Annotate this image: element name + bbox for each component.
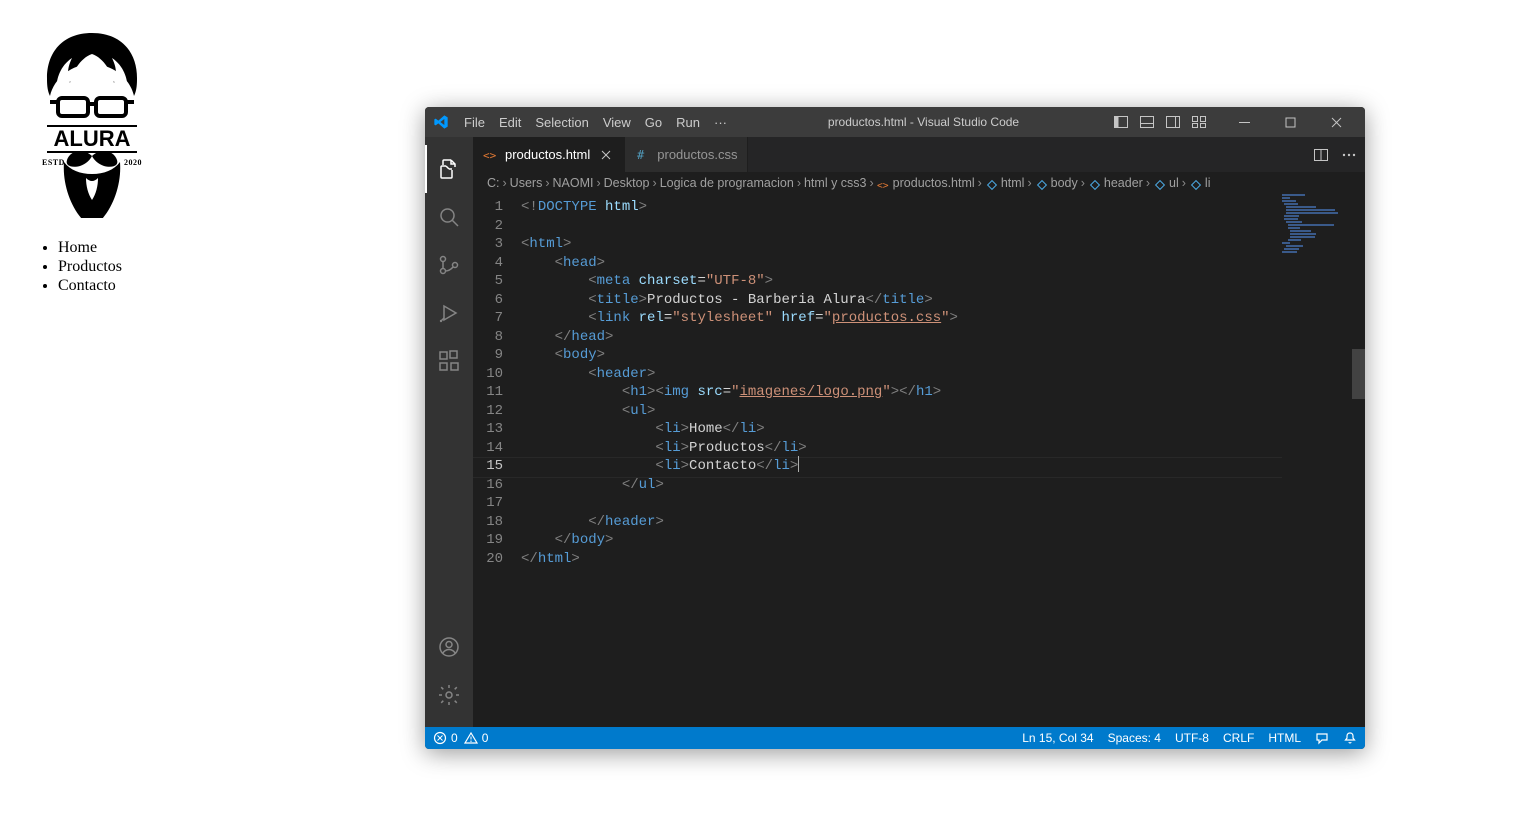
window-title: productos.html - Visual Studio Code (734, 115, 1113, 129)
status-spaces[interactable]: Spaces: 4 (1108, 731, 1161, 745)
svg-text:<>: <> (877, 181, 889, 192)
css-file-icon: # (635, 147, 651, 163)
tab-productos-html[interactable]: <> productos.html (473, 137, 625, 172)
svg-text:#: # (637, 148, 645, 162)
toggle-secondary-sidebar-icon[interactable] (1165, 114, 1181, 130)
maximize-button[interactable] (1267, 107, 1313, 137)
activity-bar (425, 137, 473, 727)
svg-text:<>: <> (483, 149, 497, 162)
menu-go[interactable]: Go (638, 115, 669, 130)
vscode-logo-icon (433, 114, 449, 130)
tabs-row: <> productos.html # productos.css (473, 137, 1365, 172)
html-file-icon: <> (877, 178, 891, 192)
menu-edit[interactable]: Edit (492, 115, 528, 130)
breadcrumbs[interactable]: C:› Users› NAOMI› Desktop› Logica de pro… (473, 172, 1365, 194)
html-file-icon: <> (483, 147, 499, 163)
menu-file[interactable]: File (457, 115, 492, 130)
tab-close-icon[interactable] (598, 147, 614, 163)
close-button[interactable] (1313, 107, 1359, 137)
status-warnings[interactable]: 0 (464, 731, 489, 745)
extensions-icon[interactable] (425, 337, 473, 385)
status-language[interactable]: HTML (1268, 731, 1301, 745)
code-editor[interactable]: 1234567891011121314151617181920 <!DOCTYP… (473, 194, 1365, 727)
tab-label: productos.html (505, 147, 590, 162)
code-content[interactable]: <!DOCTYPE html><html> <head> <meta chars… (521, 194, 1365, 727)
symbol-icon (1035, 178, 1049, 192)
symbol-icon (985, 178, 999, 192)
menu-selection[interactable]: Selection (528, 115, 595, 130)
search-icon[interactable] (425, 193, 473, 241)
status-encoding[interactable]: UTF-8 (1175, 731, 1209, 745)
explorer-icon[interactable] (425, 145, 473, 193)
symbol-icon (1189, 178, 1203, 192)
preview-nav-list: Home Productos Contacto (58, 238, 410, 296)
status-bar: 0 0 Ln 15, Col 34 Spaces: 4 UTF-8 CRLF H… (425, 727, 1365, 749)
preview-nav-item: Contacto (58, 276, 410, 295)
status-errors[interactable]: 0 (433, 731, 458, 745)
symbol-icon (1153, 178, 1167, 192)
accounts-icon[interactable] (425, 623, 473, 671)
barberia-alura-logo: ALURA ESTD 2020 (32, 28, 152, 218)
title-bar: File Edit Selection View Go Run ··· prod… (425, 107, 1365, 137)
toggle-panel-icon[interactable] (1139, 114, 1155, 130)
tab-label: productos.css (657, 147, 737, 162)
rendered-page-preview: ALURA ESTD 2020 Home Productos Contacto (10, 10, 410, 296)
svg-text:ESTD: ESTD (42, 158, 65, 167)
more-actions-icon[interactable] (1341, 147, 1357, 163)
status-ln-col[interactable]: Ln 15, Col 34 (1022, 731, 1093, 745)
svg-text:ALURA: ALURA (54, 126, 131, 151)
minimize-button[interactable] (1221, 107, 1267, 137)
symbol-icon (1088, 178, 1102, 192)
status-feedback-icon[interactable] (1315, 731, 1329, 745)
customize-layout-icon[interactable] (1191, 114, 1207, 130)
minimap[interactable] (1282, 194, 1352, 727)
window-controls (1113, 107, 1359, 137)
editor-scrollbar[interactable] (1352, 194, 1365, 727)
status-eol[interactable]: CRLF (1223, 731, 1254, 745)
svg-text:2020: 2020 (124, 158, 142, 167)
split-editor-icon[interactable] (1313, 147, 1329, 163)
menu-view[interactable]: View (596, 115, 638, 130)
run-debug-icon[interactable] (425, 289, 473, 337)
menu-more[interactable]: ··· (707, 115, 734, 130)
menu-bar: File Edit Selection View Go Run ··· (457, 115, 734, 130)
preview-nav-item: Productos (58, 257, 410, 276)
vscode-window: File Edit Selection View Go Run ··· prod… (425, 107, 1365, 749)
status-bell-icon[interactable] (1343, 731, 1357, 745)
toggle-primary-sidebar-icon[interactable] (1113, 114, 1129, 130)
editor-group: <> productos.html # productos.css C:› Us… (473, 137, 1365, 727)
tab-productos-css[interactable]: # productos.css (625, 137, 748, 172)
preview-nav-item: Home (58, 238, 410, 257)
menu-run[interactable]: Run (669, 115, 707, 130)
settings-gear-icon[interactable] (425, 671, 473, 719)
source-control-icon[interactable] (425, 241, 473, 289)
